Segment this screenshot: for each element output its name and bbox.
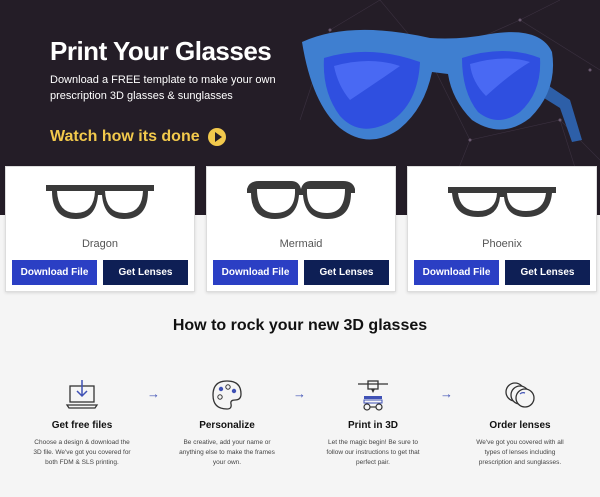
dragon-glasses-icon [46,185,154,219]
download-file-button[interactable]: Download File [213,260,298,285]
step-description: Be creative, add your name or anything e… [162,438,292,468]
step-arrow: → [293,386,306,401]
hero-subtitle: Download a FREE template to make your ow… [50,72,290,104]
laptop-download-icon [65,380,99,409]
step-description-line: Let the magic begin! Be sure to [328,439,418,446]
step-title: Order lenses [489,420,551,431]
watch-video-link[interactable]: Watch how its done [50,128,226,146]
step-print-in-3d: Print in 3D Let the magic begin! Be sure… [308,378,438,468]
product-name: Dragon [81,238,119,250]
get-lenses-button[interactable]: Get Lenses [505,260,590,285]
download-file-button[interactable]: Download File [414,260,499,285]
step-order-lenses: Order lenses We've got you covered with … [455,378,585,468]
step-arrow: → [147,386,160,401]
step-description-line: anything else to make the frames [179,449,275,456]
play-icon[interactable] [207,128,226,146]
mermaid-glasses-icon [247,181,355,219]
step-description: We've got you covered with all types of … [455,438,585,468]
step-description: Let the magic begin! Be sure to follow o… [308,438,438,468]
get-lenses-button[interactable]: Get Lenses [304,260,389,285]
step-description-line: We've got you covered with all [476,439,564,446]
product-card-mermaid: Mermaid Download File Get Lenses [206,166,396,292]
3d-printer-icon [358,380,388,411]
get-lenses-button[interactable]: Get Lenses [103,260,188,285]
step-description-line: your own. [212,459,242,466]
step-title: Personalize [199,420,255,431]
phoenix-glasses-icon [448,187,556,217]
step-description-line: Be creative, add your name or [183,439,271,446]
palette-icon [212,380,242,410]
step-description-line: 3D file. We've got you covered for [33,449,131,456]
step-description-line: perfect pair. [356,459,390,466]
step-description: Choose a design & download the 3D file. … [17,438,147,468]
step-personalize: Personalize Be creative, add your name o… [162,378,292,468]
product-name: Mermaid [279,238,323,250]
step-arrow: → [440,386,453,401]
step-description-line: follow our instructions to get that [326,449,420,456]
step-description-line: prescription and sunglasses. [478,459,562,466]
lenses-icon [505,382,535,408]
product-card-dragon: Dragon Download File Get Lenses [5,166,195,292]
step-description-line: types of lenses including [484,449,556,456]
step-description-line: both FDM & SLS printing. [45,459,119,466]
step-title: Print in 3D [347,420,398,431]
hero-subtitle-line: Download a FREE template to make your ow… [50,74,276,86]
step-get-free-files: Get free files Choose a design & downloa… [17,378,147,468]
download-file-button[interactable]: Download File [12,260,97,285]
hero-subtitle-line: prescription 3D glasses & sunglasses [50,90,233,102]
product-card-phoenix: Phoenix Download File Get Lenses [407,166,597,292]
step-title: Get free files [51,420,113,431]
section-title: How to rock your new 3D glasses [172,317,428,334]
watch-video-label[interactable]: Watch how its done [50,128,200,146]
step-description-line: Choose a design & download the [34,439,130,446]
product-name: Phoenix [482,238,522,250]
hero-glasses-image [302,29,582,142]
hero-title: Print Your Glasses [50,36,272,66]
